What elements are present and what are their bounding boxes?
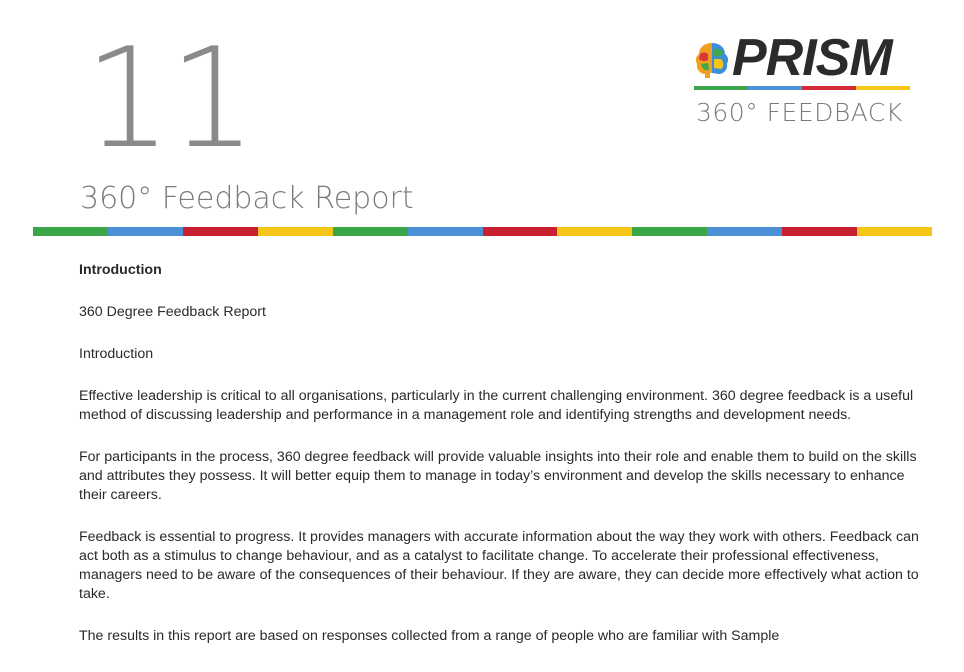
paragraph-3: Feedback is essential to progress. It pr… [79, 529, 919, 602]
logo-subtitle: 360° FEEDBACK [696, 98, 903, 127]
color-band-segment [857, 227, 933, 236]
report-title: 360° Feedback Report [80, 181, 414, 216]
color-band-segment [257, 227, 333, 236]
color-band-segment [407, 227, 483, 236]
logo-wordmark: PRISM [732, 29, 893, 87]
paragraph-4: The results in this report are based on … [79, 628, 780, 644]
logo-stripe-red [802, 86, 856, 90]
paragraph-2: For participants in the process, 360 deg… [79, 449, 917, 503]
logo-stripe-blue [748, 86, 802, 90]
color-band-segment [782, 227, 858, 236]
section-heading: Introduction [79, 262, 162, 278]
logo-stripe-green [694, 86, 748, 90]
report-body: Introduction 360 Degree Feedback Report … [79, 261, 924, 669]
logo-color-stripe [694, 86, 910, 90]
report-subtitle-line: 360 Degree Feedback Report [79, 304, 266, 320]
introduction-line: Introduction [79, 346, 154, 362]
color-band-segment [707, 227, 783, 236]
color-band-segment [182, 227, 258, 236]
brain-icon [695, 43, 729, 78]
color-band-segment [482, 227, 558, 236]
color-band-segment [33, 227, 108, 236]
page-number: 11 [84, 18, 257, 179]
paragraph-1: Effective leadership is critical to all … [79, 388, 914, 423]
color-band-segment [332, 227, 408, 236]
color-band-segment [632, 227, 708, 236]
logo-stripe-yellow [856, 86, 910, 90]
color-band-divider [33, 227, 933, 236]
color-band-segment [557, 227, 633, 236]
prism-logo: PRISM 360° FEEDBACK [694, 32, 914, 138]
color-band-segment [107, 227, 183, 236]
